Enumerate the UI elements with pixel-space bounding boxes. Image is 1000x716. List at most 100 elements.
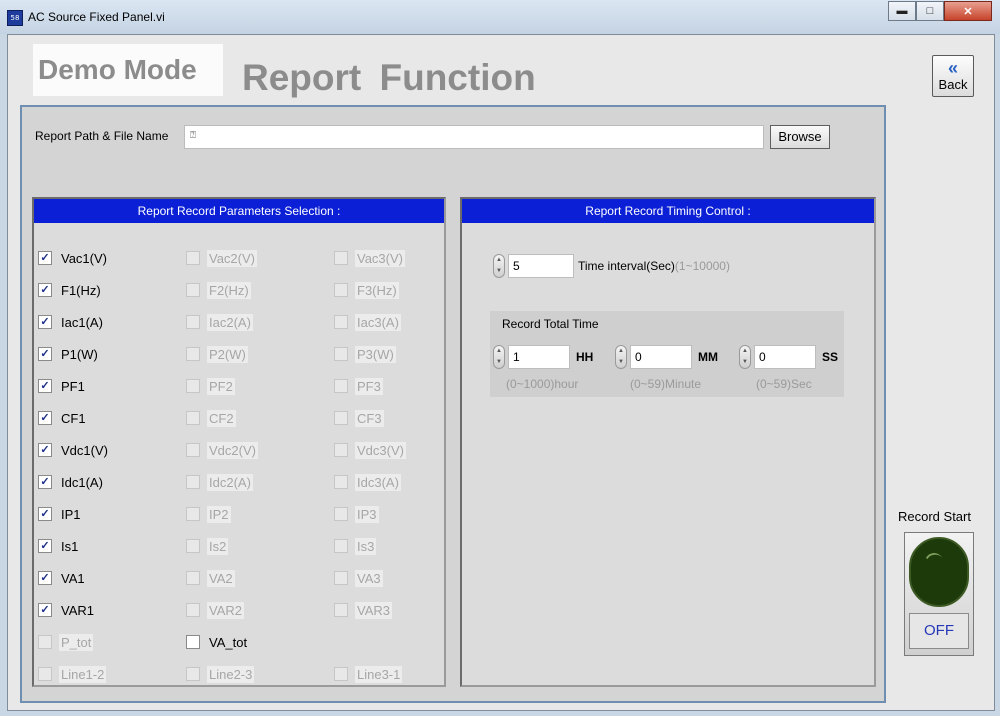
checkbox-box <box>334 443 348 457</box>
record-state-label: OFF <box>909 613 969 649</box>
parameter-checkbox[interactable]: ✓ F1(Hz) <box>38 279 103 301</box>
parameter-checkbox: Is2 <box>186 535 229 557</box>
parameter-checkbox: VA2 <box>186 567 235 589</box>
parameter-label: Line1-2 <box>59 665 107 683</box>
checkbox-box <box>186 347 200 361</box>
parameter-checkbox: VA3 <box>334 567 383 589</box>
parameter-label: Iac3(A) <box>355 313 401 331</box>
browse-button[interactable]: Browse <box>770 125 830 149</box>
parameter-checkbox[interactable]: ✓ Vac1(V) <box>38 247 109 269</box>
parameter-label: Idc1(A) <box>61 474 103 490</box>
parameter-checkbox: P3(W) <box>334 343 396 365</box>
maximize-button[interactable]: □ <box>916 1 944 21</box>
app-icon: 58 <box>7 10 23 26</box>
ss-input[interactable]: 0 <box>754 345 816 369</box>
parameter-checkbox: Line2-3 <box>186 663 255 685</box>
parameter-checkbox: Vdc2(V) <box>186 439 258 461</box>
parameter-checkbox[interactable]: ✓ CF1 <box>38 407 88 429</box>
parameter-checkbox[interactable]: VA_tot <box>186 631 249 653</box>
hh-input[interactable]: 1 <box>508 345 570 369</box>
checkbox-box <box>186 315 200 329</box>
checkbox-box <box>38 667 52 681</box>
close-button[interactable]: ✕ <box>944 1 992 21</box>
spinner-arrows-icon: ▲ ▼ <box>493 345 505 369</box>
checkbox-box <box>334 539 348 553</box>
page-title: Report Function <box>242 57 536 98</box>
parameter-label: VA1 <box>61 570 85 586</box>
parameter-label: PF1 <box>61 378 85 394</box>
parameter-row: ✓ Vdc1(V) Vdc2(V) Vdc3(V) <box>34 439 444 461</box>
parameter-checkbox[interactable]: ✓ PF1 <box>38 375 87 397</box>
spinner-arrows-icon: ▲ ▼ <box>615 345 627 369</box>
record-start-button[interactable]: OFF <box>904 532 974 656</box>
parameter-label: Line3-1 <box>355 665 403 683</box>
parameter-label: F2(Hz) <box>207 281 251 299</box>
parameter-label: VAR2 <box>207 601 244 619</box>
client-area: Demo Mode Report Function « Back Report … <box>7 34 995 711</box>
parameter-row: ✓ VAR1 VAR2 VAR3 <box>34 599 444 621</box>
parameter-label: VA_tot <box>209 634 248 650</box>
mm-spinner[interactable]: ▲ ▼ <box>614 344 628 370</box>
checkbox-box <box>186 283 200 297</box>
parameter-row: ✓ Iac1(A) Iac2(A) Iac3(A) <box>34 311 444 333</box>
parameter-checkbox[interactable]: ✓ VA1 <box>38 567 87 589</box>
interval-input[interactable]: 5 <box>508 254 574 278</box>
checkmark-icon: ✓ <box>38 251 52 265</box>
parameter-checkbox: IP2 <box>186 503 231 525</box>
checkbox-box <box>334 507 348 521</box>
parameter-checkbox[interactable]: ✓ Vdc1(V) <box>38 439 110 461</box>
parameter-label: IP1 <box>61 506 81 522</box>
parameter-label: P3(W) <box>355 345 396 363</box>
report-main-panel: Report Path & File Name ⍰ Browse Report … <box>20 105 886 703</box>
parameter-checkbox: Line3-1 <box>334 663 403 685</box>
interval-spinner[interactable]: ▲ ▼ <box>492 253 506 279</box>
parameter-row: ✓ P1(W) P2(W) P3(W) <box>34 343 444 365</box>
parameter-selection-header: Report Record Parameters Selection : <box>34 199 444 223</box>
parameter-row: ✓ F1(Hz) F2(Hz) F3(Hz) <box>34 279 444 301</box>
ss-spinner[interactable]: ▲ ▼ <box>738 344 752 370</box>
parameter-row: ✓ Vac1(V) Vac2(V) Vac3(V) <box>34 247 444 269</box>
parameter-checkbox: VAR3 <box>334 599 392 621</box>
parameter-label: IP3 <box>355 505 379 523</box>
parameter-label: Line2-3 <box>207 665 255 683</box>
parameter-checkbox[interactable]: ✓ IP1 <box>38 503 83 525</box>
parameter-label: VA2 <box>207 569 235 587</box>
parameter-checkbox: CF2 <box>186 407 236 429</box>
interval-label: Time interval(Sec)(1~10000) <box>578 259 730 273</box>
parameter-checkbox: P2(W) <box>186 343 248 365</box>
parameter-checkbox: PF2 <box>186 375 235 397</box>
parameter-label: Idc3(A) <box>355 473 401 491</box>
parameter-row: ✓ Idc1(A) Idc2(A) Idc3(A) <box>34 471 444 493</box>
parameter-label: P_tot <box>59 633 94 651</box>
back-button[interactable]: « Back <box>932 55 974 97</box>
parameter-label: Iac2(A) <box>207 313 253 331</box>
parameter-checkbox: Iac2(A) <box>186 311 253 333</box>
checkbox-box <box>334 347 348 361</box>
parameter-label: Iac1(A) <box>61 314 103 330</box>
parameter-label: VAR1 <box>61 602 94 618</box>
parameter-checkbox[interactable]: ✓ P1(W) <box>38 343 100 365</box>
checkbox-box <box>186 251 200 265</box>
report-path-input[interactable]: ⍰ <box>184 125 764 149</box>
parameter-row: ✓ VA1 VA2 VA3 <box>34 567 444 589</box>
spinner-arrows-icon: ▲ ▼ <box>493 254 505 278</box>
parameter-checkbox: F2(Hz) <box>186 279 251 301</box>
parameter-checkbox: Vdc3(V) <box>334 439 406 461</box>
checkbox-box <box>186 667 200 681</box>
minimize-button[interactable]: ▬ <box>888 1 916 21</box>
parameter-checkbox[interactable]: ✓ Is1 <box>38 535 80 557</box>
mm-input[interactable]: 0 <box>630 345 692 369</box>
mm-range-hint: (0~59)Minute <box>630 377 702 391</box>
parameter-checkbox[interactable]: ✓ VAR1 <box>38 599 96 621</box>
parameter-checkbox[interactable]: ✓ Idc1(A) <box>38 471 105 493</box>
hh-range-hint: (0~1000)hour <box>506 377 579 391</box>
checkmark-icon: ✓ <box>38 571 52 585</box>
parameter-label: PF2 <box>207 377 235 395</box>
parameter-checkbox: Iac3(A) <box>334 311 401 333</box>
parameter-checkbox: VAR2 <box>186 599 244 621</box>
checkbox-box <box>334 283 348 297</box>
checkbox-box <box>186 539 200 553</box>
parameter-checkbox[interactable]: ✓ Iac1(A) <box>38 311 105 333</box>
hh-spinner[interactable]: ▲ ▼ <box>492 344 506 370</box>
parameter-row: ✓ PF1 PF2 PF3 <box>34 375 444 397</box>
